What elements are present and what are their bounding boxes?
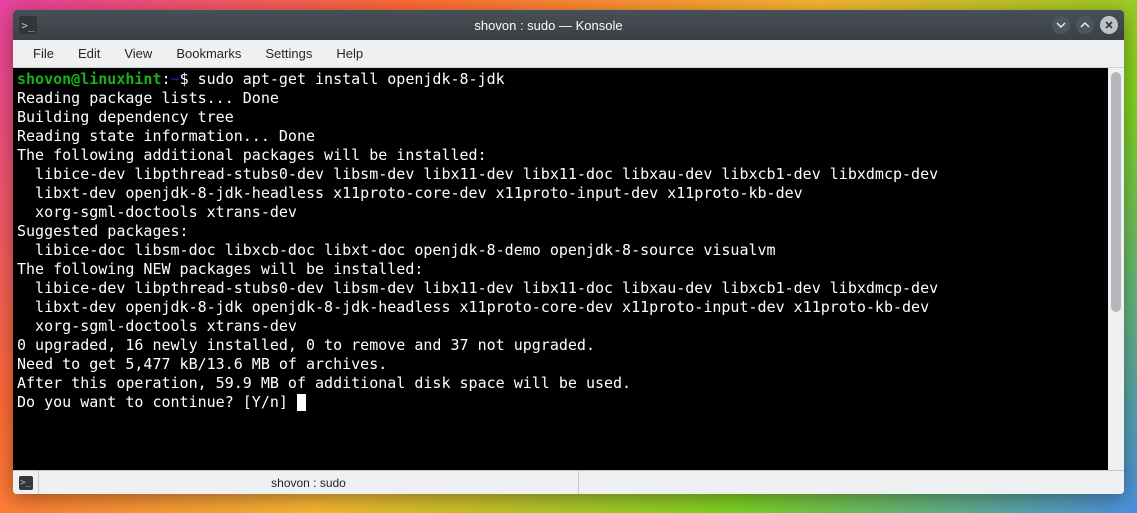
terminal-line: Reading state information... Done xyxy=(17,127,315,145)
terminal-line: The following additional packages will b… xyxy=(17,146,487,164)
tab-active[interactable]: shovon : sudo xyxy=(39,471,579,494)
terminal-line: Do you want to continue? [Y/n] xyxy=(17,393,297,411)
new-tab-button[interactable]: >_ xyxy=(13,471,39,494)
terminal-line: After this operation, 59.9 MB of additio… xyxy=(17,374,631,392)
prompt-sep: : xyxy=(162,70,171,88)
terminal-line: libice-dev libpthread-stubs0-dev libsm-d… xyxy=(17,279,938,297)
app-icon: >_ xyxy=(19,16,37,34)
close-button[interactable] xyxy=(1100,16,1118,34)
command-text: sudo apt-get install openjdk-8-jdk xyxy=(198,70,505,88)
terminal-line: libxt-dev openjdk-8-jdk openjdk-8-jdk-he… xyxy=(17,298,929,316)
tabbar-spacer xyxy=(579,471,1124,494)
terminal-line: libxt-dev openjdk-8-jdk-headless x11prot… xyxy=(17,184,803,202)
prompt-cwd: ~ xyxy=(171,70,180,88)
menu-bookmarks[interactable]: Bookmarks xyxy=(166,42,251,65)
terminal-line: Building dependency tree xyxy=(17,108,297,126)
terminal-line: xorg-sgml-doctools xtrans-dev xyxy=(17,203,297,221)
terminal-container: shovon@linuxhint:~$ sudo apt-get install… xyxy=(13,68,1124,470)
konsole-window: >_ shovon : sudo — Konsole File Edit Vie… xyxy=(13,10,1124,494)
prompt-userhost: shovon@linuxhint xyxy=(17,70,162,88)
window-controls xyxy=(1052,16,1118,34)
menu-file[interactable]: File xyxy=(23,42,64,65)
tabbar: >_ shovon : sudo xyxy=(13,470,1124,494)
menu-settings[interactable]: Settings xyxy=(255,42,322,65)
terminal[interactable]: shovon@linuxhint:~$ sudo apt-get install… xyxy=(13,68,1108,470)
menu-help[interactable]: Help xyxy=(326,42,373,65)
maximize-button[interactable] xyxy=(1076,16,1094,34)
menu-edit[interactable]: Edit xyxy=(68,42,110,65)
terminal-line: libice-dev libpthread-stubs0-dev libsm-d… xyxy=(17,165,938,183)
prompt-sigil: $ xyxy=(180,70,198,88)
terminal-line: 0 upgraded, 16 newly installed, 0 to rem… xyxy=(17,336,595,354)
terminal-line: xorg-sgml-doctools xtrans-dev xyxy=(17,317,297,335)
menubar: File Edit View Bookmarks Settings Help xyxy=(13,40,1124,68)
terminal-line: Suggested packages: xyxy=(17,222,189,240)
scrollbar-thumb[interactable] xyxy=(1111,72,1121,312)
menu-view[interactable]: View xyxy=(114,42,162,65)
tab-label: shovon : sudo xyxy=(271,476,346,490)
cursor-icon xyxy=(297,394,306,411)
titlebar[interactable]: >_ shovon : sudo — Konsole xyxy=(13,10,1124,40)
minimize-button[interactable] xyxy=(1052,16,1070,34)
terminal-icon: >_ xyxy=(19,476,33,490)
terminal-line: Need to get 5,477 kB/13.6 MB of archives… xyxy=(17,355,387,373)
terminal-line: The following NEW packages will be insta… xyxy=(17,260,423,278)
window-title: shovon : sudo — Konsole xyxy=(45,18,1052,33)
scrollbar[interactable] xyxy=(1108,68,1124,470)
terminal-line: Reading package lists... Done xyxy=(17,89,279,107)
terminal-line: libice-doc libsm-doc libxcb-doc libxt-do… xyxy=(17,241,776,259)
